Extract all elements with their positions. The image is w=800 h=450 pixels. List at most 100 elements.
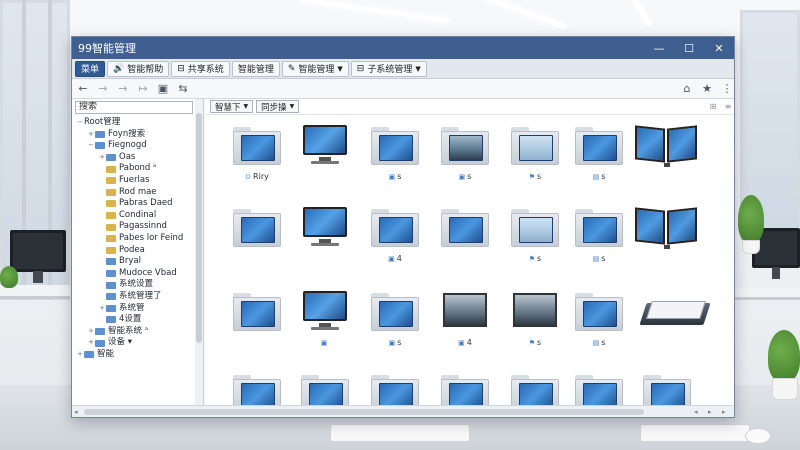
tree-node[interactable]: − Root管理	[72, 117, 196, 129]
tree-node[interactable]: + 设备 ▾	[72, 337, 196, 349]
folder-icon	[106, 212, 116, 220]
tree-node[interactable]: + Oas	[72, 152, 196, 164]
grid-item[interactable]: ▣ s	[365, 119, 425, 197]
grid-item[interactable]: ▣	[295, 285, 355, 363]
grid-item[interactable]: ⚑ s	[505, 119, 565, 197]
grid-item[interactable]	[435, 201, 495, 279]
grid-item[interactable]: ▤ s	[569, 201, 629, 279]
tree-node[interactable]: Rod mae	[72, 187, 196, 199]
tree-node[interactable]: Pabes lor Feind	[72, 233, 196, 245]
menu-button[interactable]: ⊟ 子系统管理 ▼	[350, 60, 427, 77]
grid-item[interactable]	[635, 119, 697, 197]
navigation-bar: ← → → ↦ ▣ ⇆ ⌂ ★ ⋮	[72, 79, 734, 99]
menu-item-icon: ⊟	[177, 63, 185, 74]
tree-node[interactable]: Mudoce Vbad	[72, 268, 196, 280]
menu-button[interactable]: ✎ 智能管理 ▼	[281, 60, 349, 77]
menu-button[interactable]: ⊟ 共享系统	[171, 60, 230, 77]
menu-button-label: 子系统管理	[367, 65, 413, 75]
sort-dropdown[interactable]: 智慧下 ▼	[210, 100, 254, 113]
window-title: 99智能管理	[78, 42, 136, 55]
grid-item[interactable]: ▣ s	[435, 119, 495, 197]
grid-item-caption: ▤ s	[569, 172, 629, 181]
tree-node[interactable]: + 智能系统 ᵃ	[72, 326, 196, 338]
grid-item[interactable]	[295, 119, 355, 197]
grid-item[interactable]: ▣ 4	[365, 201, 425, 279]
folder-icon	[106, 154, 116, 162]
forward-arrow-icon[interactable]: →	[96, 82, 110, 95]
tree-node[interactable]: Podea	[72, 245, 196, 257]
grid-item[interactable]: ⚑ s	[505, 285, 565, 363]
view-dropdown[interactable]: 同步操 ▼	[256, 100, 300, 113]
tree-node[interactable]: − Fiegnogd	[72, 140, 196, 152]
grid-item[interactable]: ⊙ Riry	[227, 119, 287, 197]
grid-item[interactable]: ⚑ s	[505, 201, 565, 279]
grid-item[interactable]	[295, 201, 355, 279]
horizontal-scrollbar[interactable]: ◂ ◂ ▸ ▸	[72, 405, 734, 417]
save-icon[interactable]: ▣	[156, 82, 170, 95]
grid-item[interactable]	[227, 201, 287, 279]
grid-item-caption: ⚑ s	[505, 254, 565, 263]
grid-item[interactable]	[227, 285, 287, 363]
tree-scroll-thumb[interactable]	[196, 113, 202, 343]
share-icon[interactable]: ↦	[136, 82, 150, 95]
file-type-icon: ⚑	[528, 173, 536, 181]
tree-node[interactable]: Pabond ᵃ	[72, 163, 196, 175]
home-icon[interactable]: ⌂	[680, 82, 694, 95]
tree-node[interactable]: 系统管理了	[72, 291, 196, 303]
title-bar: 99智能管理 — ☐ ✕	[72, 37, 734, 59]
tree-node[interactable]: Pabras Daed	[72, 198, 196, 210]
scroll-left-icon[interactable]: ◂	[74, 406, 78, 418]
grid-item-caption: ▣	[295, 338, 355, 347]
horizontal-scroll-thumb[interactable]	[84, 409, 644, 415]
up-arrow-icon[interactable]: →	[116, 82, 130, 95]
menu-button[interactable]: 智能管理	[231, 60, 280, 77]
grid-view-icon[interactable]: ⊞	[707, 102, 719, 111]
folder-icon	[369, 205, 421, 249]
list-view-icon[interactable]: ≡	[722, 102, 734, 111]
back-arrow-icon[interactable]: ←	[76, 82, 90, 95]
tree-node[interactable]: + 系统管	[72, 303, 196, 315]
tree-node[interactable]: Pagassinnd	[72, 221, 196, 233]
link-icon[interactable]: ⇆	[176, 82, 190, 95]
expand-toggle-icon[interactable]: +	[87, 326, 95, 338]
expand-toggle-icon[interactable]: +	[98, 303, 106, 315]
grid-item[interactable]: ▣ s	[365, 285, 425, 363]
folder-icon	[106, 188, 116, 196]
tree-node[interactable]: Condinal	[72, 210, 196, 222]
tree-node[interactable]: + Foyn搜索	[72, 129, 196, 141]
chevron-down-icon: ▼	[337, 64, 343, 73]
folder-icon	[231, 289, 283, 333]
tree-search-input[interactable]: 搜索	[75, 101, 193, 114]
grid-item[interactable]: ▤ s	[569, 285, 629, 363]
expand-toggle-icon[interactable]: +	[87, 129, 95, 141]
scroll-right-icon[interactable]: ▸	[708, 406, 712, 418]
tree-node[interactable]: Bryal	[72, 256, 196, 268]
tree-scrollbar[interactable]	[195, 99, 203, 405]
expand-toggle-icon[interactable]: +	[87, 337, 95, 349]
more-menu-icon[interactable]: ⋮	[720, 82, 734, 95]
menu-bar: 菜单 🔊 智能帮助 ⊟ 共享系统 智能管理 ✎ 智能管理 ▼ ⊟ 子系统管理 ▼	[72, 59, 734, 79]
folder-icon	[439, 205, 491, 249]
scroll-left-icon[interactable]: ◂	[694, 406, 698, 418]
grid-item[interactable]: ▤ s	[569, 119, 629, 197]
close-button[interactable]: ✕	[704, 37, 734, 59]
scroll-right-icon[interactable]: ▸	[722, 406, 726, 418]
tree-node[interactable]: + 智能	[72, 349, 196, 361]
minimize-button[interactable]: —	[644, 37, 674, 59]
grid-item[interactable]: ▣ 4	[435, 285, 495, 363]
grid-item[interactable]	[637, 285, 711, 363]
expand-toggle-icon[interactable]: +	[76, 349, 84, 361]
tree-node[interactable]: Fuerlas	[72, 175, 196, 187]
expand-toggle-icon[interactable]: +	[98, 152, 106, 164]
grid-item[interactable]	[635, 201, 697, 279]
menu-button[interactable]: 🔊 智能帮助	[107, 60, 170, 77]
file-type-icon: ▣	[458, 339, 465, 347]
expand-toggle-icon[interactable]: −	[87, 140, 95, 152]
dual-monitor-icon	[633, 205, 701, 249]
tree-node[interactable]: 4设置	[72, 314, 196, 326]
maximize-button[interactable]: ☐	[674, 37, 704, 59]
expand-toggle-icon[interactable]: −	[76, 117, 84, 129]
menu-button[interactable]: 菜单	[75, 60, 106, 77]
tree-node[interactable]: 系统设置	[72, 279, 196, 291]
star-icon[interactable]: ★	[700, 82, 714, 95]
